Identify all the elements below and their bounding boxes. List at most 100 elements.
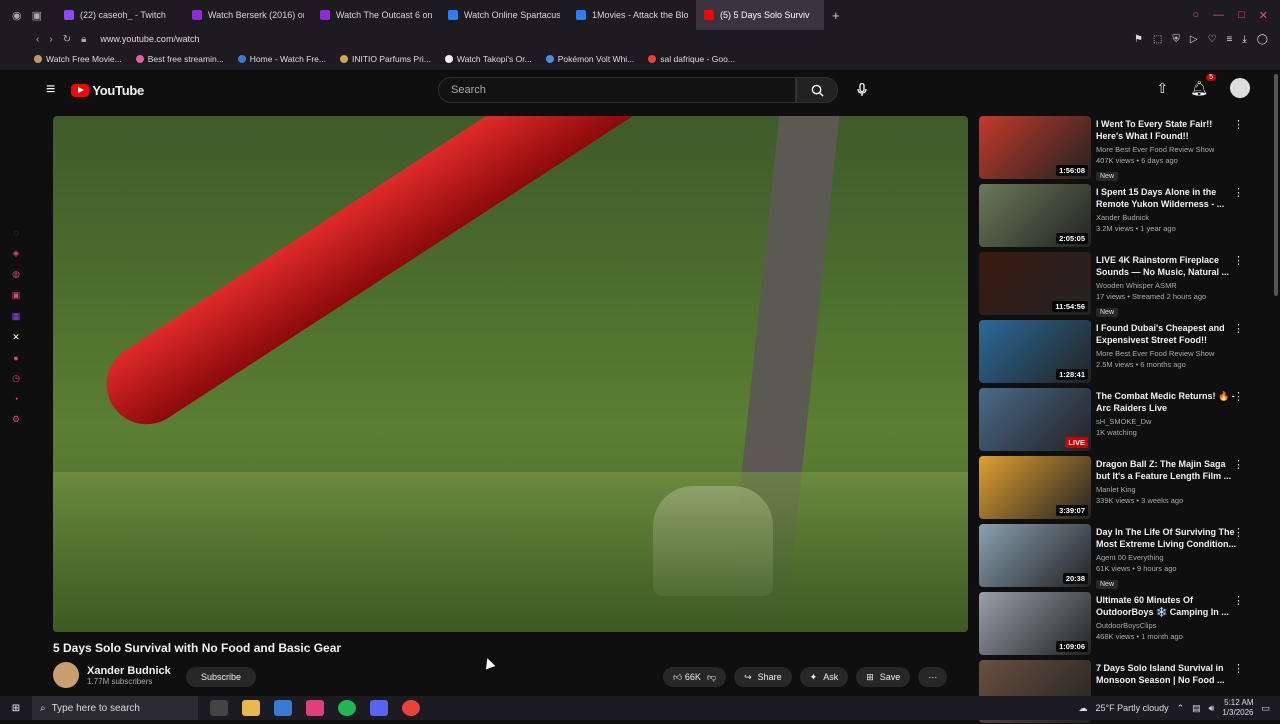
hamburger-menu-icon[interactable]: ≡ — [46, 81, 55, 99]
voice-search-button[interactable] — [850, 78, 874, 102]
kebab-menu-icon[interactable]: ⋮ — [1233, 186, 1244, 199]
recommended-video[interactable]: 1:09:06 Ultimate 60 Minutes Of OutdoorBoy… — [979, 592, 1264, 656]
video-thumbnail[interactable]: 20:38 — [979, 524, 1091, 587]
dislike-button[interactable]: 👎︎ — [707, 672, 716, 683]
sidebar-pin-icon[interactable]: ◍ — [12, 269, 20, 280]
recommended-video[interactable]: LIVE The Combat Medic Returns! 🔥 - Arc Ra… — [979, 388, 1264, 452]
bookmark-item[interactable]: Home - Watch Fre... — [237, 54, 326, 64]
menu-icon[interactable]: ≡ — [1227, 34, 1233, 45]
forward-icon[interactable]: › — [49, 34, 52, 45]
subscribe-button[interactable]: Subscribe — [186, 667, 256, 687]
account-icon[interactable]: ◯ — [1257, 34, 1268, 45]
bookmark-icon[interactable]: ⚑ — [1134, 34, 1143, 45]
save-button[interactable]: ⊞ Save — [856, 667, 911, 687]
video-thumbnail[interactable]: 1:09:06 — [979, 592, 1091, 655]
video-title[interactable]: 7 Days Solo Island Survival in Monsoon S… — [1096, 662, 1236, 686]
channel-name[interactable]: Xander Budnick — [1096, 213, 1236, 222]
channel-name[interactable]: More Best Ever Food Review Show — [1096, 349, 1236, 358]
kebab-menu-icon[interactable]: ⋮ — [1233, 118, 1244, 131]
video-thumbnail[interactable]: 2:05:05 — [979, 184, 1091, 247]
bookmark-item[interactable]: Watch Takopi's Or... — [444, 54, 532, 64]
kebab-menu-icon[interactable]: ⋮ — [1233, 322, 1244, 335]
video-title[interactable]: LIVE 4K Rainstorm Fireplace Sounds — No … — [1096, 254, 1236, 278]
recommended-video[interactable]: 1:28:41 I Found Dubai's Cheapest and Expe… — [979, 320, 1264, 384]
minimize-icon[interactable]: — — [1213, 9, 1224, 22]
kebab-menu-icon[interactable]: ⋮ — [1233, 526, 1244, 539]
share-button[interactable]: ↪ Share — [734, 667, 792, 687]
notification-center-icon[interactable]: ▭ — [1261, 703, 1270, 714]
like-button[interactable]: 👍︎ 66K — [673, 672, 701, 683]
search-input[interactable]: Search — [438, 77, 796, 103]
download-icon[interactable]: ⤓ — [1242, 34, 1246, 45]
weather-text[interactable]: 25°F Partly cloudy — [1095, 703, 1168, 713]
heart-icon[interactable]: ♡ — [1208, 34, 1217, 45]
kebab-menu-icon[interactable]: ⋮ — [1233, 390, 1244, 403]
sidebar-twitch-icon[interactable]: ▦ — [12, 311, 21, 322]
browser-tab[interactable]: Watch Berserk (2016) onli — [184, 0, 312, 30]
chrome-icon[interactable] — [402, 700, 420, 716]
sidebar-history-icon[interactable]: ◷ — [12, 373, 20, 384]
video-thumbnail[interactable]: 1:28:41 — [979, 320, 1091, 383]
new-tab-button[interactable]: + — [824, 8, 848, 23]
search-tabs-icon[interactable]: ○ — [1192, 9, 1199, 22]
sidebar-x-icon[interactable]: ✕ — [12, 332, 20, 343]
shield-icon[interactable]: ⛨ — [1172, 34, 1180, 45]
channel-name[interactable]: OutdoorBoysClips — [1096, 621, 1236, 630]
channel-name[interactable]: sH_SMOKE_Dw — [1096, 417, 1236, 426]
opera-icon[interactable] — [306, 700, 324, 716]
player-icon[interactable]: ▷ — [1190, 34, 1198, 45]
store-icon[interactable] — [274, 700, 292, 716]
ask-button[interactable]: ✦ Ask — [799, 667, 849, 687]
video-title[interactable]: I Went To Every State Fair!! Here's What… — [1096, 118, 1236, 142]
sidebar-media-icon[interactable]: ▣ — [12, 290, 21, 301]
upload-icon[interactable]: ⇧ — [1156, 80, 1168, 97]
channel-avatar[interactable] — [53, 662, 79, 688]
video-player[interactable] — [53, 116, 968, 632]
video-title[interactable]: The Combat Medic Returns! 🔥 - Arc Raider… — [1096, 390, 1236, 414]
sidebar-flow-icon[interactable]: ◈ — [13, 248, 20, 259]
video-title[interactable]: I Spent 15 Days Alone in the Remote Yuko… — [1096, 186, 1236, 210]
recommended-video[interactable]: 20:38 Day In The Life Of Surviving The Mo… — [979, 524, 1264, 589]
browser-tab[interactable]: (5) 5 Days Solo Surviv — [696, 0, 824, 30]
video-thumbnail[interactable]: 3:39:07 — [979, 456, 1091, 519]
page-scrollbar[interactable] — [1274, 74, 1278, 296]
browser-tab[interactable]: 1Movies - Attack the Block — [568, 0, 696, 30]
video-title[interactable]: Ultimate 60 Minutes Of OutdoorBoys ❄️ Ca… — [1096, 594, 1236, 618]
bookmark-item[interactable]: Best free streamin... — [135, 54, 224, 64]
video-title[interactable]: I Found Dubai's Cheapest and Expensivest… — [1096, 322, 1236, 346]
video-title[interactable]: Dragon Ball Z: The Majin Saga but It's a… — [1096, 458, 1236, 482]
browser-menu-icon[interactable]: ◉ — [12, 9, 22, 22]
video-thumbnail[interactable]: 11:54:56 — [979, 252, 1091, 315]
file-explorer-icon[interactable] — [242, 700, 260, 716]
bookmark-item[interactable]: INITIO Parfums Pri... — [340, 54, 431, 64]
channel-name[interactable]: Agent 00 Everything — [1096, 553, 1236, 562]
sidebar-music-icon[interactable]: ● — [13, 353, 18, 363]
more-actions-button[interactable]: ⋯ — [918, 667, 948, 687]
bookmark-item[interactable]: Pokémon Volt Whi... — [545, 54, 634, 64]
kebab-menu-icon[interactable]: ⋮ — [1233, 662, 1244, 675]
kebab-menu-icon[interactable]: ⋮ — [1233, 458, 1244, 471]
discord-icon[interactable] — [370, 700, 388, 716]
bookmark-item[interactable]: sal dafrique - Goo... — [648, 54, 735, 64]
recommended-video[interactable]: 2:05:05 I Spent 15 Days Alone in the Remo… — [979, 184, 1264, 248]
spotify-icon[interactable] — [338, 700, 356, 716]
recommended-video[interactable]: 3:39:07 Dragon Ball Z: The Majin Saga but… — [979, 456, 1264, 520]
video-title[interactable]: Day In The Life Of Surviving The Most Ex… — [1096, 526, 1236, 550]
sidebar-extensions-icon[interactable]: ◔ — [13, 394, 18, 404]
reload-icon[interactable]: ↻ — [63, 34, 71, 45]
video-thumbnail[interactable]: LIVE — [979, 388, 1091, 451]
recommended-video[interactable]: 11:54:56 LIVE 4K Rainstorm Fireplace Soun… — [979, 252, 1264, 317]
youtube-logo[interactable]: YouTube — [71, 83, 144, 98]
kebab-menu-icon[interactable]: ⋮ — [1233, 254, 1244, 267]
close-window-icon[interactable]: ✕ — [1259, 9, 1268, 22]
channel-name[interactable]: Xander Budnick — [87, 665, 171, 677]
recommended-video[interactable]: 1:56:08 I Went To Every State Fair!! Here… — [979, 116, 1264, 181]
taskbar-search[interactable]: ⌕ Type here to search — [32, 696, 198, 720]
sidebar-aria-icon[interactable]: ◌ — [13, 228, 18, 238]
clock[interactable]: 5:12 AM 1/3/2026 — [1222, 698, 1253, 718]
bookmark-item[interactable]: Watch Free Movie... — [34, 54, 122, 64]
volume-icon[interactable]: 🔊︎ — [1209, 703, 1215, 714]
notifications-button[interactable]: 🔔︎ 5 — [1190, 73, 1216, 97]
tray-overflow-icon[interactable]: ⌃ — [1177, 703, 1185, 714]
maximize-icon[interactable]: □ — [1238, 9, 1245, 22]
